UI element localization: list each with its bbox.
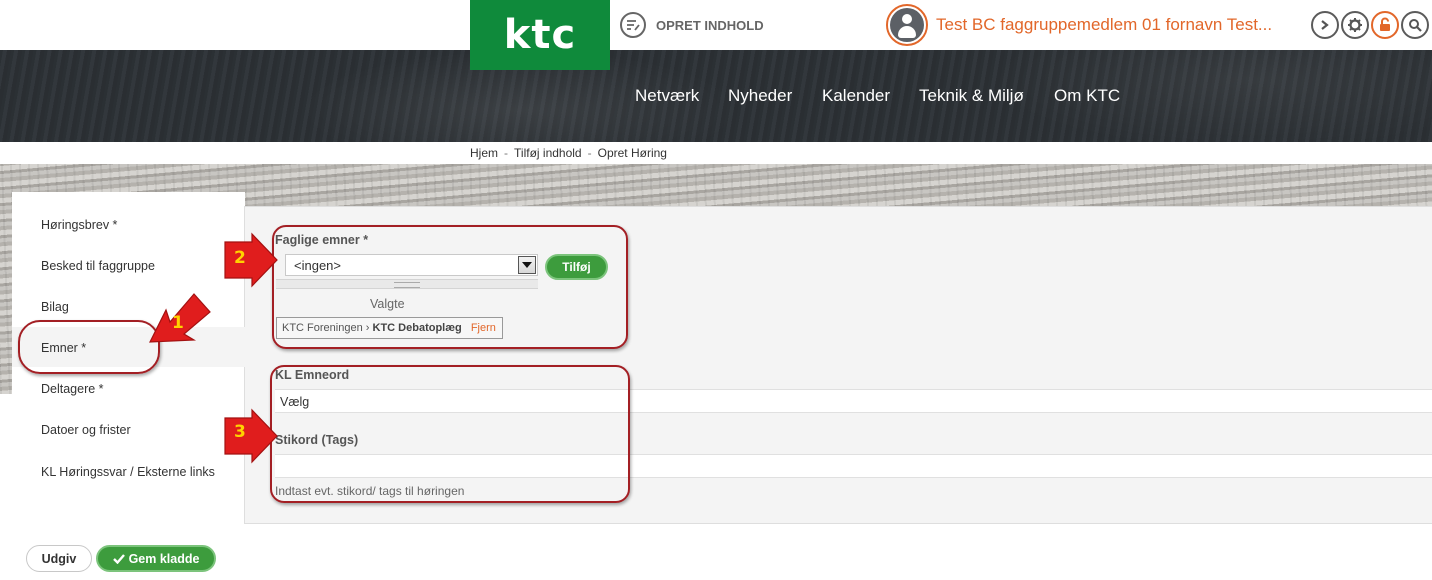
nav-item-netvaerk[interactable]: Netværk: [635, 86, 699, 106]
download-icon[interactable]: [1311, 11, 1339, 39]
create-content-label: OPRET INDHOLD: [656, 17, 764, 33]
breadcrumb-current: Opret Høring: [597, 146, 667, 160]
sidebar-item-kl-horingssvar[interactable]: KL Høringssvar / Eksterne links: [41, 465, 215, 479]
nav-item-om-ktc[interactable]: Om KTC: [1054, 86, 1120, 106]
lock-icon[interactable]: [1371, 11, 1399, 39]
annotation-number-3: 3: [234, 422, 246, 442]
breadcrumb-separator: -: [504, 146, 509, 160]
annotation-arrow-2: [224, 232, 278, 288]
user-name: Test BC faggruppemedlem 01 fornavn Test.…: [936, 15, 1273, 34]
breadcrumb: Hjem - Tilføj indhold - Opret Høring: [470, 146, 667, 160]
create-content-button[interactable]: OPRET INDHOLD: [620, 12, 764, 38]
gear-icon[interactable]: [1341, 11, 1369, 39]
panel-join: [244, 328, 246, 366]
publish-button[interactable]: Udgiv: [26, 545, 92, 572]
search-icon[interactable]: [1401, 11, 1429, 39]
save-draft-label: Gem kladde: [128, 551, 200, 566]
logo-text: ktc: [503, 12, 577, 58]
breadcrumb-home[interactable]: Hjem: [470, 146, 498, 160]
user-menu[interactable]: Test BC faggruppemedlem 01 fornavn Test.…: [886, 4, 1272, 46]
annotation-ring-1: [18, 320, 160, 374]
edit-list-icon: [620, 12, 646, 38]
nav-item-nyheder[interactable]: Nyheder: [728, 86, 792, 106]
avatar: [886, 4, 928, 46]
save-draft-button[interactable]: Gem kladde: [96, 545, 216, 572]
annotation-ring-2: [272, 225, 628, 349]
nav-background: [0, 50, 1432, 142]
annotation-number-2: 2: [234, 248, 246, 268]
sidebar-item-bilag[interactable]: Bilag: [41, 300, 69, 314]
annotation-number-1: 1: [172, 313, 184, 333]
sidebar-item-besked[interactable]: Besked til faggruppe: [41, 259, 155, 273]
checkmark-icon: [112, 553, 125, 564]
annotation-ring-3: [270, 365, 630, 503]
sidebar-item-horingsbrev[interactable]: Høringsbrev *: [41, 218, 117, 232]
nav-item-teknik-miljo[interactable]: Teknik & Miljø: [919, 86, 1024, 106]
sidebar-item-datoer[interactable]: Datoer og frister: [41, 423, 131, 437]
breadcrumb-bar: [0, 142, 1432, 164]
ktc-logo[interactable]: ktc: [470, 0, 610, 70]
sidebar-item-deltagere[interactable]: Deltagere *: [41, 382, 104, 396]
breadcrumb-separator: -: [587, 146, 592, 160]
annotation-arrow-3: [224, 408, 278, 464]
breadcrumb-add-content[interactable]: Tilføj indhold: [514, 146, 582, 160]
nav-item-kalender[interactable]: Kalender: [822, 86, 890, 106]
